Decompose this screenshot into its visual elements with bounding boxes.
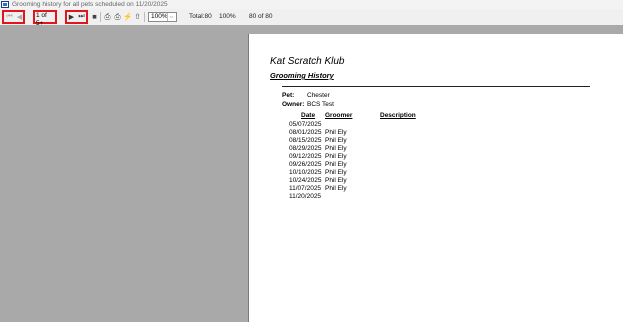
chevron-down-icon[interactable]: ⌵	[167, 13, 175, 21]
table-row: 08/01/2025 Phil Ely	[286, 129, 406, 137]
app-icon	[1, 1, 9, 8]
groomer-cell: Phil Ely	[325, 177, 347, 184]
date-cell: 08/15/2025	[289, 137, 322, 144]
groomer-cell: Phil Ely	[325, 137, 347, 144]
column-header-date: Date	[301, 112, 316, 119]
export-icon[interactable]: ⇧	[133, 12, 142, 21]
next-page-icon[interactable]: ▶	[67, 12, 76, 21]
column-header-groomer: Groomer	[325, 112, 353, 119]
zoom-value: 100%	[151, 13, 168, 20]
date-cell: 08/01/2025	[289, 129, 322, 136]
groomer-cell: Phil Ely	[325, 161, 347, 168]
percent-label: 100%	[219, 13, 236, 20]
club-name: Kat Scratch Klub	[270, 56, 345, 67]
table-row: 11/07/2025 Phil Ely	[286, 185, 406, 193]
record-count: 80 of 80	[249, 13, 273, 20]
date-cell: 11/20/2025	[289, 193, 322, 200]
owner-label: Owner:	[282, 101, 305, 108]
pet-value: Chester	[307, 92, 330, 99]
date-cell: 10/10/2025	[289, 169, 322, 176]
date-cell: 05/07/2025	[289, 121, 322, 128]
header-rule	[282, 86, 590, 87]
table-row: 09/12/2025 Phil Ely	[286, 153, 406, 161]
date-cell: 09/26/2025	[289, 161, 322, 168]
history-table: 05/07/2025 08/01/2025 Phil Ely 08/15/2025…	[286, 121, 406, 201]
table-row: 11/20/2025	[286, 193, 406, 201]
date-cell: 09/12/2025	[289, 153, 322, 160]
table-row: 10/10/2025 Phil Ely	[286, 169, 406, 177]
toolbar: ⏮ ◀ 1 of 5+ ▶ ⏭ ■ ⎙ ⎙ ⚡ ⇧ 100% ⌵ Total:8…	[0, 9, 623, 27]
first-page-icon[interactable]: ⏮	[5, 12, 14, 21]
last-page-icon[interactable]: ⏭	[77, 12, 86, 21]
title-bar: Grooming history for all pets scheduled …	[0, 0, 623, 9]
date-cell: 11/07/2025	[289, 185, 322, 192]
date-cell: 08/29/2025	[289, 145, 322, 152]
owner-value: BCS Test	[307, 101, 334, 108]
zoom-select[interactable]: 100% ⌵	[148, 12, 177, 22]
column-header-description: Description	[380, 112, 416, 119]
toolbar-separator	[144, 12, 145, 22]
report-title: Grooming History	[270, 71, 334, 80]
print-setup-icon[interactable]: ⎙	[113, 12, 122, 21]
total-label: Total:80	[189, 13, 212, 20]
table-row: 10/24/2025 Phil Ely	[286, 177, 406, 185]
pet-label: Pet:	[282, 92, 295, 99]
table-row: 05/07/2025	[286, 121, 406, 129]
groomer-cell: Phil Ely	[325, 129, 347, 136]
date-cell: 10/24/2025	[289, 177, 322, 184]
table-row: 09/26/2025 Phil Ely	[286, 161, 406, 169]
refresh-icon[interactable]: ⚡	[123, 12, 132, 21]
window-title: Grooming history for all pets scheduled …	[12, 1, 168, 8]
groomer-cell: Phil Ely	[325, 185, 347, 192]
stop-icon[interactable]: ■	[90, 12, 99, 21]
page-number-field[interactable]: 1 of 5+	[35, 12, 55, 27]
table-row: 08/15/2025 Phil Ely	[286, 137, 406, 145]
groomer-cell: Phil Ely	[325, 169, 347, 176]
table-row: 08/29/2025 Phil Ely	[286, 145, 406, 153]
groomer-cell: Phil Ely	[325, 153, 347, 160]
toolbar-separator	[100, 12, 101, 22]
groomer-cell: Phil Ely	[325, 145, 347, 152]
print-icon[interactable]: ⎙	[103, 12, 112, 21]
previous-page-icon[interactable]: ◀	[15, 12, 24, 21]
